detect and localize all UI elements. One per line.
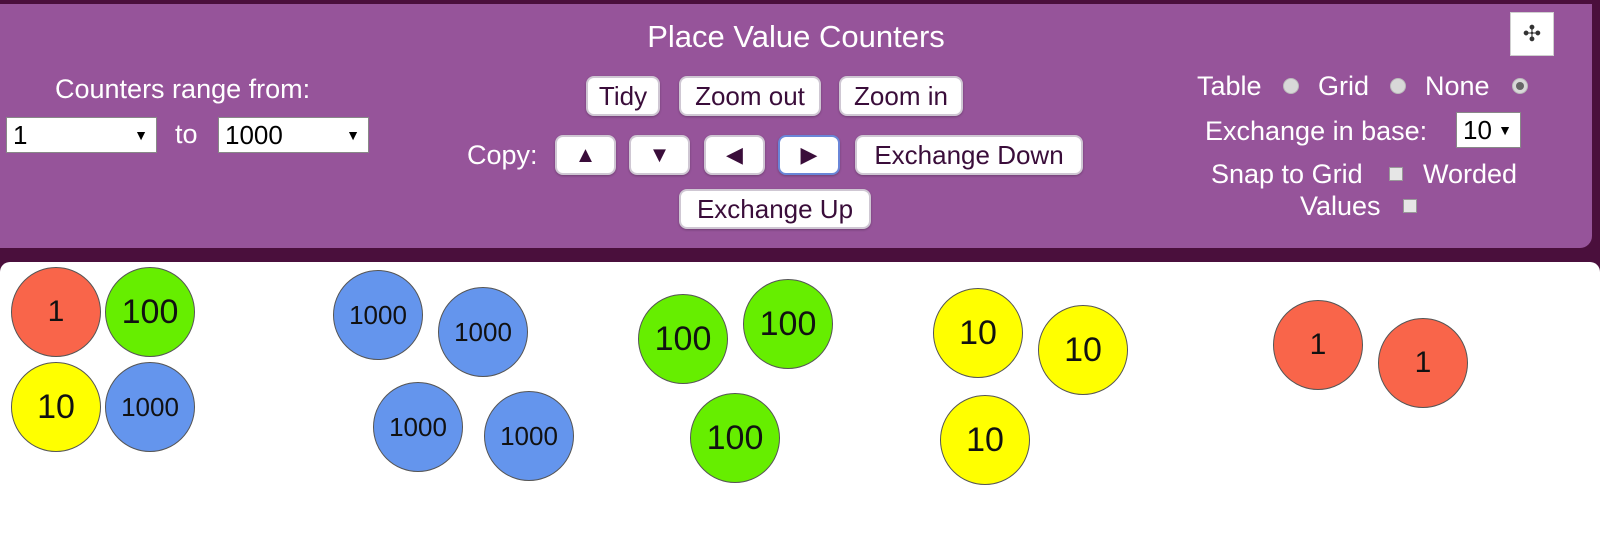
- counter-1000[interactable]: 1000: [105, 362, 195, 452]
- values-label: Values: [1300, 191, 1381, 221]
- layout-option-table-radio[interactable]: [1283, 78, 1299, 94]
- counter-100[interactable]: 100: [105, 267, 195, 357]
- chevron-down-icon: ▼: [1498, 122, 1512, 138]
- exchange-base-label: Exchange in base:: [1205, 116, 1428, 146]
- counter-1000[interactable]: 1000: [373, 382, 463, 472]
- counter-10[interactable]: 10: [940, 395, 1030, 485]
- worded-values-checkbox[interactable]: [1403, 199, 1417, 213]
- exchange-base-value: 10: [1463, 115, 1492, 145]
- zoom-out-button[interactable]: Zoom out: [679, 76, 821, 116]
- toolbar: Place Value Counters ✣ Counters range fr…: [0, 4, 1592, 248]
- copy-left-button[interactable]: ◀: [704, 135, 765, 175]
- chevron-down-icon: ▼: [134, 127, 148, 143]
- copy-right-button[interactable]: ▶: [778, 135, 840, 175]
- exchange-up-button[interactable]: Exchange Up: [679, 189, 871, 229]
- layout-option-none-label: None: [1425, 71, 1490, 101]
- counter-100[interactable]: 100: [638, 294, 728, 384]
- triangle-left-icon: ◀: [726, 142, 743, 167]
- counter-10[interactable]: 10: [1038, 305, 1128, 395]
- range-from-value: 1: [13, 120, 28, 150]
- copy-up-button[interactable]: ▲: [555, 135, 616, 175]
- layout-option-grid-radio[interactable]: [1390, 78, 1406, 94]
- exchange-base-select[interactable]: 10 ▼: [1456, 112, 1521, 148]
- snap-to-grid-checkbox[interactable]: [1389, 167, 1403, 181]
- triangle-right-icon: ▶: [800, 142, 818, 167]
- counter-1000[interactable]: 1000: [484, 391, 574, 481]
- chevron-down-icon: ▼: [346, 127, 360, 143]
- copy-down-button[interactable]: ▼: [629, 135, 690, 175]
- triangle-up-icon: ▲: [574, 142, 597, 167]
- range-label: Counters range from:: [55, 74, 311, 104]
- worded-label: Worded: [1423, 159, 1518, 189]
- page-title: Place Value Counters: [647, 19, 945, 54]
- range-from-select[interactable]: 1 ▼: [6, 117, 157, 153]
- counter-1000[interactable]: 1000: [333, 270, 423, 360]
- counter-100[interactable]: 100: [690, 393, 780, 483]
- move-icon[interactable]: ✣: [1510, 12, 1554, 56]
- triangle-down-icon: ▼: [648, 142, 671, 167]
- exchange-down-button[interactable]: Exchange Down: [855, 135, 1083, 175]
- counter-1[interactable]: 1: [11, 267, 101, 357]
- counter-10[interactable]: 10: [933, 288, 1023, 378]
- tidy-button[interactable]: Tidy: [586, 76, 660, 116]
- range-to-select[interactable]: 1000 ▼: [218, 117, 369, 153]
- range-to-value: 1000: [225, 120, 283, 150]
- layout-option-table-label: Table: [1197, 71, 1262, 101]
- snap-to-grid-label: Snap to Grid: [1211, 159, 1363, 189]
- copy-label: Copy:: [467, 140, 538, 170]
- counter-1000[interactable]: 1000: [438, 287, 528, 377]
- layout-option-grid-label: Grid: [1318, 71, 1370, 101]
- zoom-in-button[interactable]: Zoom in: [839, 76, 963, 116]
- layout-option-none-radio[interactable]: [1512, 78, 1528, 94]
- counter-workspace[interactable]: 1 100 10 1000 1000 1000 1000 1000 100 10…: [0, 262, 1600, 559]
- counter-100[interactable]: 100: [743, 279, 833, 369]
- counter-10[interactable]: 10: [11, 362, 101, 452]
- counter-1[interactable]: 1: [1273, 300, 1363, 390]
- range-to-label: to: [175, 119, 198, 149]
- counter-1[interactable]: 1: [1378, 318, 1468, 408]
